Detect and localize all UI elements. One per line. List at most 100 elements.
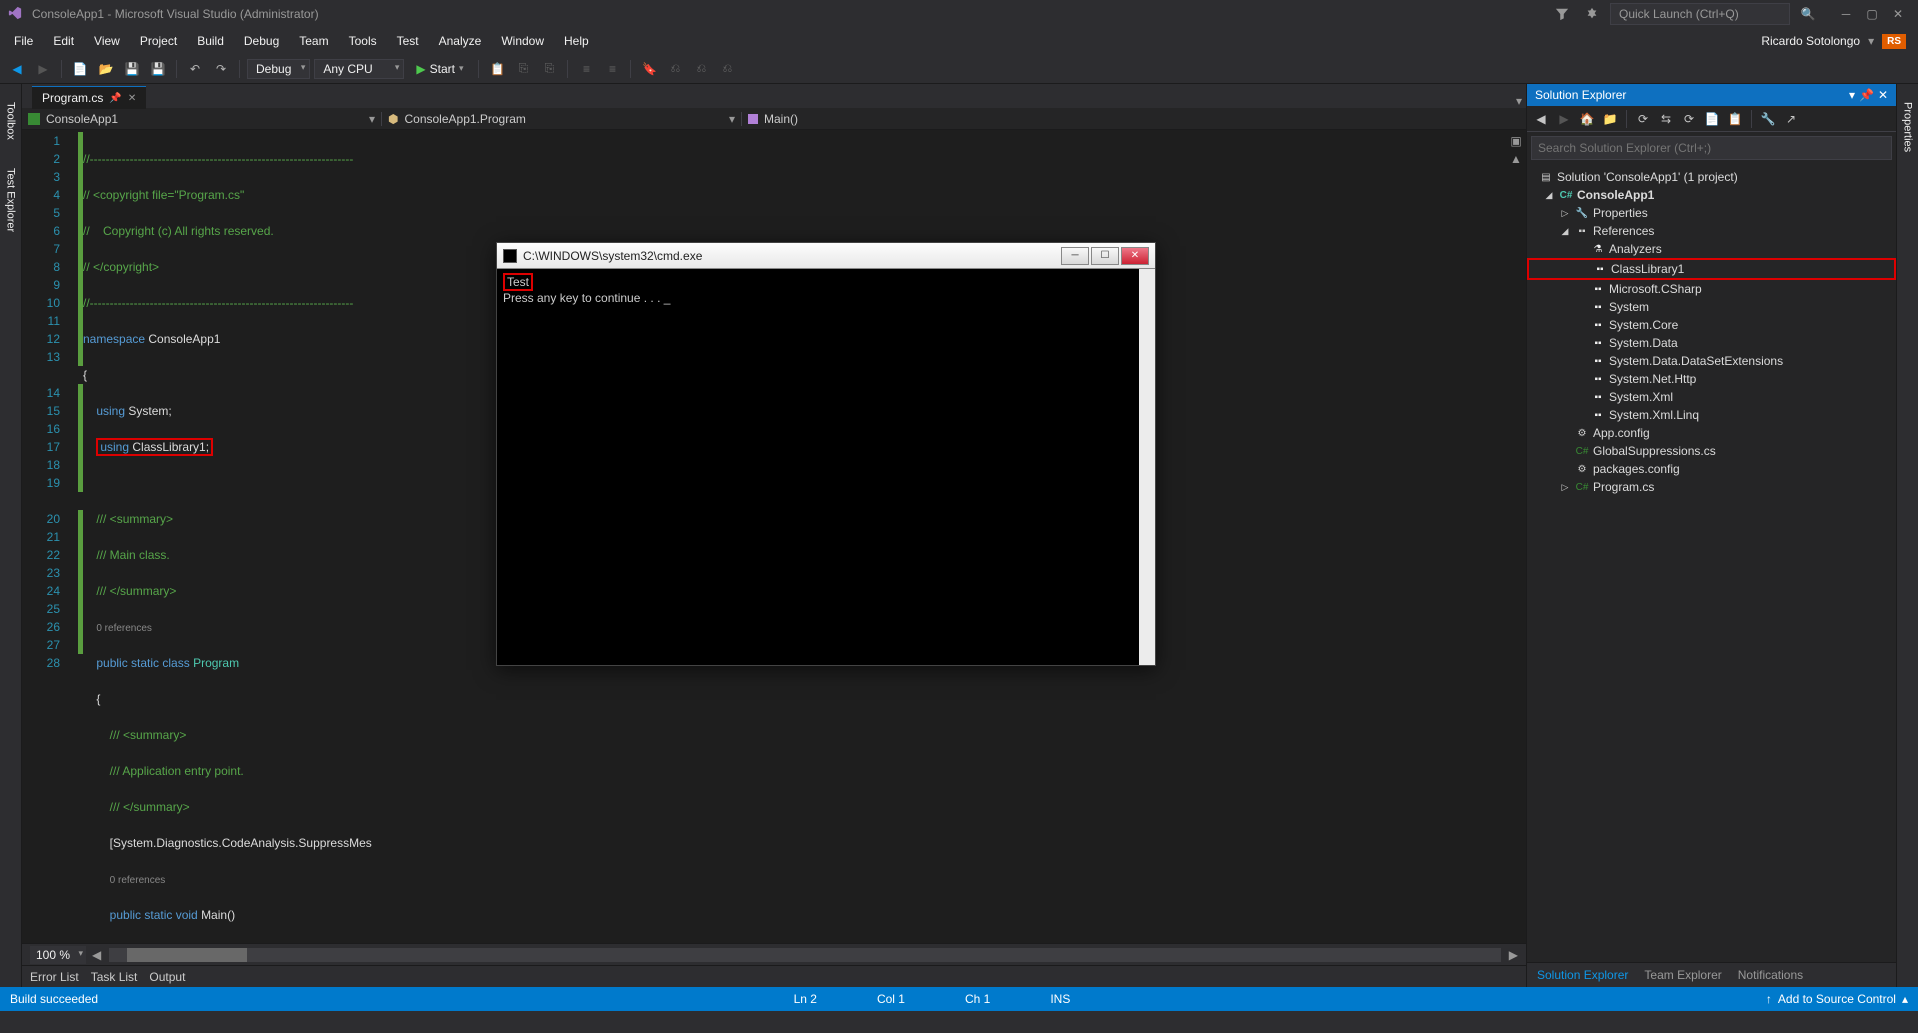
se-home-icon[interactable]: 🏠 bbox=[1577, 109, 1597, 129]
tb-icon-9[interactable]: ⎌ bbox=[716, 58, 738, 80]
save-all-icon[interactable]: 💾 bbox=[147, 58, 169, 80]
nav-class-combo[interactable]: ⬢ ConsoleApp1.Program ▾ bbox=[382, 112, 742, 126]
tree-solution[interactable]: ▤ Solution 'ConsoleApp1' (1 project) bbox=[1527, 168, 1896, 186]
tree-ref-item[interactable]: ▪▪System bbox=[1527, 298, 1896, 316]
scroll-up-icon[interactable]: ▲ bbox=[1510, 152, 1522, 166]
filter-icon[interactable] bbox=[1550, 2, 1574, 26]
notifications-icon[interactable] bbox=[1580, 2, 1604, 26]
config-combo[interactable]: Debug bbox=[247, 59, 310, 79]
test-explorer-tab[interactable]: Test Explorer bbox=[3, 160, 19, 240]
tb-icon-3[interactable]: ⎘ bbox=[538, 58, 560, 80]
menu-edit[interactable]: Edit bbox=[43, 30, 84, 52]
tree-ref-analyzers[interactable]: ⚗Analyzers bbox=[1527, 240, 1896, 258]
panel-menu-icon[interactable]: ▾ bbox=[1849, 88, 1855, 102]
menu-test[interactable]: Test bbox=[387, 30, 429, 52]
start-button[interactable]: ▶ Start ▾ bbox=[408, 60, 471, 78]
tree-project[interactable]: ◢ C# ConsoleApp1 bbox=[1527, 186, 1896, 204]
se-collapse-icon[interactable]: ⇆ bbox=[1656, 109, 1676, 129]
tb-icon-8[interactable]: ⎌ bbox=[690, 58, 712, 80]
forward-icon[interactable]: ▶ bbox=[32, 58, 54, 80]
tab-team-explorer[interactable]: Team Explorer bbox=[1640, 966, 1725, 984]
panel-pin-icon[interactable]: 📌 bbox=[1859, 88, 1874, 102]
tree-ref-item[interactable]: ▪▪System.Net.Http bbox=[1527, 370, 1896, 388]
cmd-minimize-button[interactable]: ─ bbox=[1061, 247, 1089, 265]
save-icon[interactable]: 💾 bbox=[121, 58, 143, 80]
scroll-left-icon[interactable]: ◀ bbox=[92, 948, 101, 962]
scroll-right-icon[interactable]: ▶ bbox=[1509, 948, 1518, 962]
tree-ref-item[interactable]: ▪▪Microsoft.CSharp bbox=[1527, 280, 1896, 298]
user-dropdown-icon[interactable]: ▾ bbox=[1868, 34, 1874, 48]
zoom-combo[interactable]: 100 % bbox=[30, 946, 86, 964]
redo-icon[interactable]: ↷ bbox=[210, 58, 232, 80]
search-icon[interactable]: 🔍 bbox=[1796, 2, 1820, 26]
tab-solution-explorer[interactable]: Solution Explorer bbox=[1533, 966, 1632, 984]
source-control-button[interactable]: Add to Source Control bbox=[1778, 992, 1896, 1006]
toolbox-tab[interactable]: Toolbox bbox=[3, 94, 19, 148]
horizontal-scrollbar[interactable] bbox=[109, 948, 1501, 962]
publish-icon[interactable]: ↑ bbox=[1766, 992, 1772, 1006]
output-tab[interactable]: Output bbox=[149, 970, 185, 984]
menu-team[interactable]: Team bbox=[289, 30, 338, 52]
cmd-titlebar[interactable]: C:\WINDOWS\system32\cmd.exe ─ ☐ ✕ bbox=[497, 243, 1155, 269]
tb-icon-7[interactable]: ⎌ bbox=[664, 58, 686, 80]
tree-ref-item[interactable]: ▪▪System.Core bbox=[1527, 316, 1896, 334]
se-props-icon[interactable]: 🔧 bbox=[1758, 109, 1778, 129]
se-showall-icon[interactable]: 📄 bbox=[1702, 109, 1722, 129]
pin-icon[interactable]: 📌 bbox=[109, 93, 121, 104]
tb-icon-6[interactable]: 🔖 bbox=[638, 58, 660, 80]
tree-file-program[interactable]: ▷C#Program.cs bbox=[1527, 478, 1896, 496]
menu-file[interactable]: File bbox=[4, 30, 43, 52]
cmd-close-button[interactable]: ✕ bbox=[1121, 247, 1149, 265]
task-list-tab[interactable]: Task List bbox=[91, 970, 138, 984]
tb-icon-5[interactable]: ≡ bbox=[601, 58, 623, 80]
tab-notifications[interactable]: Notifications bbox=[1734, 966, 1807, 984]
tree-ref-item[interactable]: ▪▪System.Data.DataSetExtensions bbox=[1527, 352, 1896, 370]
menu-build[interactable]: Build bbox=[187, 30, 234, 52]
menu-window[interactable]: Window bbox=[491, 30, 554, 52]
se-back-icon[interactable]: ◀ bbox=[1531, 109, 1551, 129]
menu-debug[interactable]: Debug bbox=[234, 30, 289, 52]
new-project-icon[interactable]: 📄 bbox=[69, 58, 91, 80]
tree-ref-item[interactable]: ▪▪System.Data bbox=[1527, 334, 1896, 352]
nav-method-combo[interactable]: Main() bbox=[742, 112, 1526, 126]
minimize-button[interactable]: ─ bbox=[1834, 2, 1858, 26]
tree-properties[interactable]: ▷ 🔧 Properties bbox=[1527, 204, 1896, 222]
cmd-maximize-button[interactable]: ☐ bbox=[1091, 247, 1119, 265]
se-sync-icon[interactable]: 📁 bbox=[1600, 109, 1620, 129]
expand-icon[interactable]: ◢ bbox=[1559, 226, 1571, 237]
search-input[interactable] bbox=[1531, 136, 1892, 160]
se-view-icon[interactable]: 📋 bbox=[1725, 109, 1745, 129]
expand-icon[interactable]: ▷ bbox=[1559, 482, 1571, 493]
se-sync2-icon[interactable]: ⟳ bbox=[1679, 109, 1699, 129]
tb-icon-2[interactable]: ⎘ bbox=[512, 58, 534, 80]
split-icon[interactable]: ▣ bbox=[1510, 134, 1521, 148]
menu-help[interactable]: Help bbox=[554, 30, 599, 52]
open-file-icon[interactable]: 📂 bbox=[95, 58, 117, 80]
nav-project-combo[interactable]: ConsoleApp1 ▾ bbox=[22, 112, 382, 126]
panel-close-icon[interactable]: ✕ bbox=[1878, 88, 1888, 102]
se-preview-icon[interactable]: ↗ bbox=[1781, 109, 1801, 129]
properties-tab[interactable]: Properties bbox=[1900, 94, 1916, 160]
back-icon[interactable]: ◀ bbox=[6, 58, 28, 80]
tree-file-appconfig[interactable]: ⚙App.config bbox=[1527, 424, 1896, 442]
tree-ref-classlibrary1[interactable]: ▪▪ClassLibrary1 bbox=[1527, 258, 1896, 280]
menu-analyze[interactable]: Analyze bbox=[429, 30, 492, 52]
platform-combo[interactable]: Any CPU bbox=[314, 59, 404, 79]
tab-close-icon[interactable]: ✕ bbox=[128, 93, 136, 104]
cmd-window[interactable]: C:\WINDOWS\system32\cmd.exe ─ ☐ ✕ Test P… bbox=[496, 242, 1156, 666]
tree-file-globalsuppressions[interactable]: C#GlobalSuppressions.cs bbox=[1527, 442, 1896, 460]
user-badge[interactable]: RS bbox=[1882, 34, 1906, 49]
editor-tab-program[interactable]: Program.cs 📌 ✕ bbox=[32, 86, 146, 109]
tree-references[interactable]: ◢ ▪▪ References bbox=[1527, 222, 1896, 240]
tree-ref-item[interactable]: ▪▪System.Xml bbox=[1527, 388, 1896, 406]
maximize-button[interactable]: ▢ bbox=[1860, 2, 1884, 26]
close-button[interactable]: ✕ bbox=[1886, 2, 1910, 26]
menu-tools[interactable]: Tools bbox=[339, 30, 387, 52]
tb-icon-4[interactable]: ≡ bbox=[575, 58, 597, 80]
menu-view[interactable]: View bbox=[84, 30, 130, 52]
quick-launch-input[interactable]: Quick Launch (Ctrl+Q) bbox=[1610, 3, 1790, 25]
error-list-tab[interactable]: Error List bbox=[30, 970, 79, 984]
menu-project[interactable]: Project bbox=[130, 30, 187, 52]
expand-icon[interactable]: ◢ bbox=[1543, 190, 1555, 201]
tab-overflow-icon[interactable]: ▾ bbox=[1516, 94, 1522, 108]
